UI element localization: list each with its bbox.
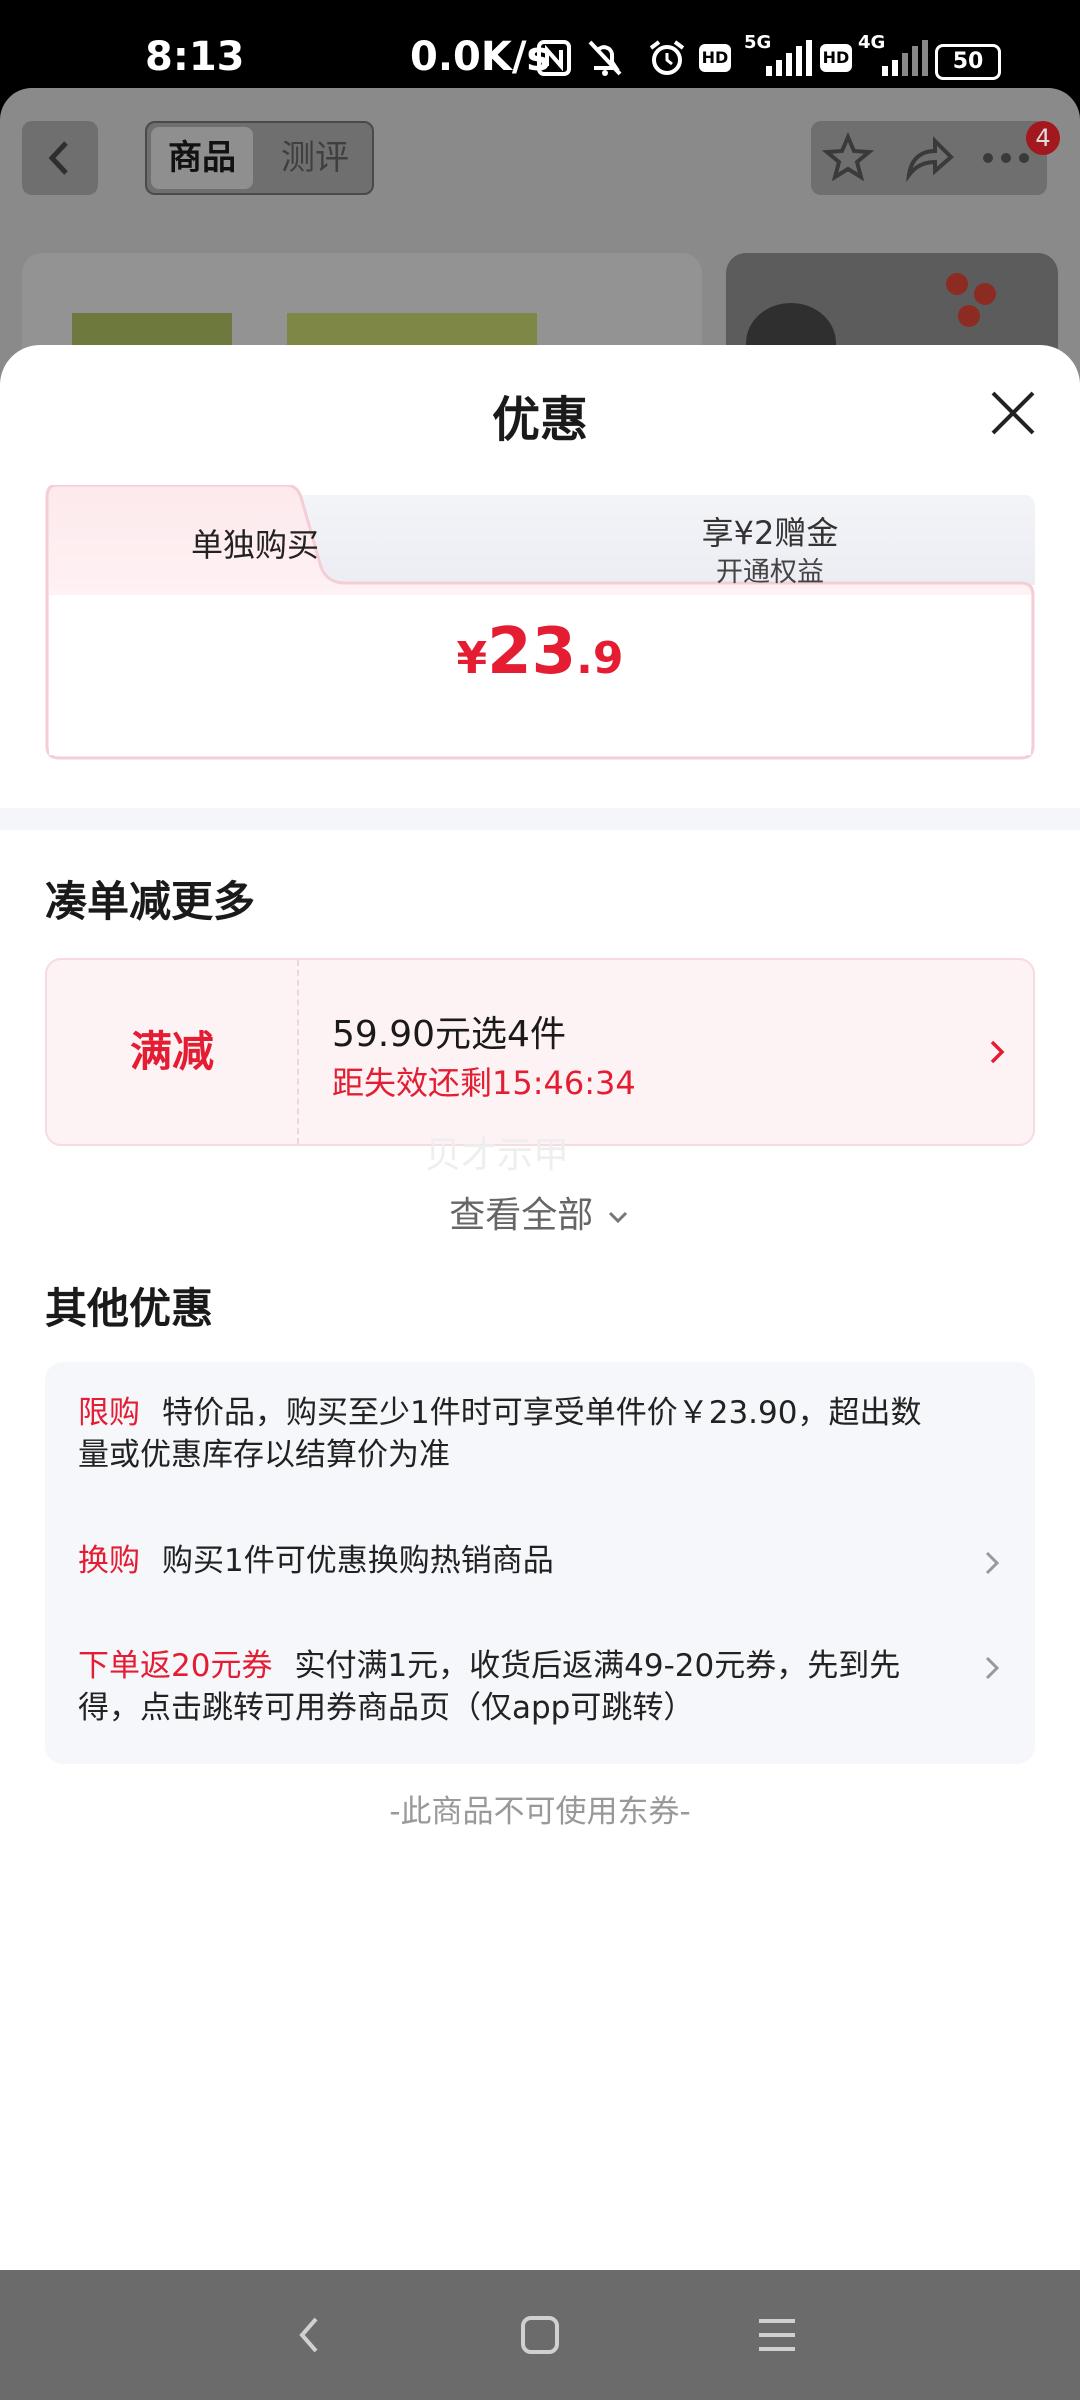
offer-tag: 限购 — [78, 1395, 140, 1431]
bundle-heading: 凑单减更多 — [45, 877, 256, 926]
other-offers-list: 限购 特价品，购买至少1件时可享受单件价￥23.90，超出数 量或优惠库存以结算价… — [45, 1362, 1035, 1764]
offer-tag: 换购 — [78, 1543, 140, 1579]
promo-countdown: 距失效还剩15:46:34 — [332, 1064, 636, 1102]
system-nav-bar — [0, 2270, 1080, 2400]
chevron-right-icon — [982, 1037, 1012, 1067]
price-currency: ¥ — [456, 633, 488, 684]
price-display: ¥23.9 — [45, 615, 1035, 689]
tab-product[interactable]: 商品 — [151, 127, 253, 189]
promo-tag: 满减 — [47, 960, 299, 1144]
star-icon[interactable] — [821, 131, 875, 185]
watermark: 贝才示甲 — [425, 1135, 570, 1176]
offer-limit: 限购 特价品，购买至少1件时可享受单件价￥23.90，超出数 量或优惠库存以结算价… — [78, 1395, 922, 1473]
promo-title: 59.90元选4件 — [332, 1014, 566, 1055]
full-reduction-card[interactable]: 满减 59.90元选4件 距失效还剩15:46:34 — [45, 958, 1035, 1146]
network-speed: 0.0K/s — [410, 34, 551, 80]
chevron-right-icon — [977, 1653, 1007, 1683]
nav-home-icon[interactable] — [510, 2305, 570, 2365]
mute-icon — [583, 38, 627, 78]
back-button[interactable] — [22, 121, 98, 195]
tab-review[interactable]: 测评 — [265, 127, 365, 189]
alarm-icon — [645, 38, 689, 78]
coupon-note: -此商品不可使用东券- — [389, 1794, 691, 1830]
offer-exchange[interactable]: 换购 购买1件可优惠换购热销商品 — [78, 1540, 1018, 1582]
signal-icon: 4G — [858, 32, 928, 78]
tab-bonus[interactable]: 享¥2赠金 — [490, 508, 1050, 554]
tab-buy-alone[interactable]: 单独购买 — [50, 520, 460, 566]
action-bar — [811, 121, 1047, 195]
share-icon[interactable] — [901, 131, 955, 185]
clock: 8:13 — [145, 34, 245, 80]
see-all-button[interactable]: 查看全部 — [0, 1186, 1080, 1238]
page-tabs: 商品 测评 — [145, 121, 374, 195]
hd-icon: HD — [697, 38, 733, 78]
signal-icon: 5G — [742, 32, 812, 78]
offer-tag: 下单返20元券 — [78, 1648, 273, 1684]
nav-back-icon[interactable] — [280, 2305, 340, 2365]
hd-icon: HD — [818, 38, 854, 78]
nav-menu-icon[interactable] — [747, 2305, 807, 2365]
sheet-title: 优惠 — [491, 392, 588, 448]
price-decimal: .9 — [576, 633, 624, 684]
background-product-page: 商品 测评 4 — [0, 88, 1080, 388]
close-icon[interactable] — [985, 385, 1041, 441]
battery-icon: 50 — [935, 44, 1001, 80]
other-offers-heading: 其他优惠 — [45, 1284, 214, 1333]
offer-coupon-return[interactable]: 下单返20元券 实付满1元，收货后返满49-20元券，先到先 得，点击跳转可用券商… — [78, 1645, 958, 1729]
nfc-icon — [534, 38, 574, 78]
cart-badge: 4 — [1026, 121, 1060, 155]
price-integer: 23 — [487, 615, 577, 689]
see-all-label: 查看全部 — [449, 1195, 594, 1236]
chevron-right-icon — [977, 1548, 1007, 1578]
tab-bonus-subtitle: 开通权益 — [716, 557, 824, 588]
chevron-down-icon — [608, 1211, 627, 1224]
section-divider — [0, 808, 1080, 830]
